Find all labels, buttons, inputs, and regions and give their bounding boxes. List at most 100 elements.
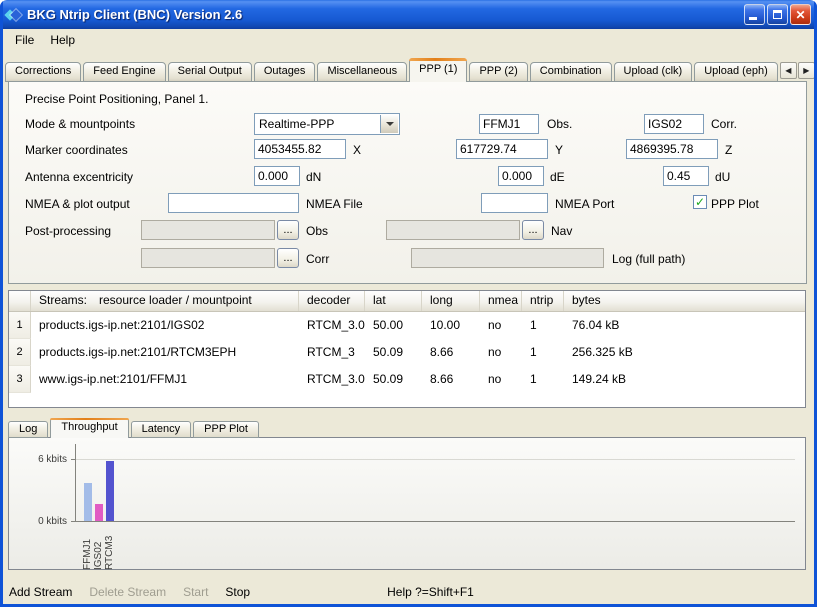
cell-nmea: no bbox=[480, 312, 522, 339]
app-window: BKG Ntrip Client (BNC) Version 2.6 ✕ Fil… bbox=[0, 0, 817, 607]
window-controls: ✕ bbox=[744, 4, 811, 25]
post-nav-path-input bbox=[386, 220, 520, 240]
col-header-decoder[interactable]: decoder bbox=[299, 291, 365, 311]
main-tab-bar: CorrectionsFeed EngineSerial OutputOutag… bbox=[5, 58, 811, 82]
corr-mountpoint-input[interactable] bbox=[644, 114, 704, 134]
tab-scroll-left-button[interactable]: ◀ bbox=[780, 62, 797, 79]
action-help-shift-f1[interactable]: Help ?=Shift+F1 bbox=[387, 585, 474, 599]
tab-upload-clk[interactable]: Upload (clk) bbox=[614, 62, 693, 82]
col-header-lat[interactable]: lat bbox=[365, 291, 422, 311]
bottom-tab-throughput[interactable]: Throughput bbox=[50, 418, 128, 438]
close-button[interactable]: ✕ bbox=[790, 4, 811, 25]
cell-lat: 50.00 bbox=[365, 312, 422, 339]
close-icon: ✕ bbox=[795, 9, 805, 21]
ppp-plot-checkbox[interactable]: ✓ bbox=[693, 195, 707, 209]
stream-row-2[interactable]: 2products.igs-ip.net:2101/RTCM3EPHRTCM_3… bbox=[9, 339, 805, 366]
stream-row-1[interactable]: 1products.igs-ip.net:2101/IGS02RTCM_3.05… bbox=[9, 312, 805, 339]
cell-long: 8.66 bbox=[422, 366, 480, 393]
mode-select[interactable]: Realtime-PPP bbox=[254, 113, 400, 135]
post-obs-label: Obs bbox=[306, 224, 328, 238]
tab-combination[interactable]: Combination bbox=[530, 62, 612, 82]
antenna-de-input[interactable] bbox=[498, 166, 544, 186]
menu-help[interactable]: Help bbox=[42, 31, 83, 49]
col-header-bytes[interactable]: bytes bbox=[564, 291, 805, 311]
marker-coordinates-label: Marker coordinates bbox=[25, 143, 128, 157]
marker-x-label: X bbox=[353, 143, 361, 157]
bottom-tab-ppp-plot[interactable]: PPP Plot bbox=[193, 421, 259, 438]
ppp1-panel: Precise Point Positioning, Panel 1. Mode… bbox=[8, 81, 807, 284]
minimize-button[interactable] bbox=[744, 4, 765, 25]
cell-bytes: 76.04 kB bbox=[564, 312, 805, 339]
tab-ppp-1[interactable]: PPP (1) bbox=[409, 58, 467, 82]
obs-mountpoint-label: Obs. bbox=[547, 117, 572, 131]
browse-corr-button[interactable]: ... bbox=[277, 248, 299, 268]
app-icon bbox=[6, 7, 22, 23]
cell-mountpoint: products.igs-ip.net:2101/RTCM3EPH bbox=[31, 339, 299, 366]
mode-select-value: Realtime-PPP bbox=[259, 117, 334, 131]
tab-upload-eph[interactable]: Upload (eph) bbox=[694, 62, 778, 82]
action-stop[interactable]: Stop bbox=[225, 585, 250, 599]
col-header-ntrip[interactable]: ntrip bbox=[522, 291, 564, 311]
mode-select-dropdown-button[interactable] bbox=[380, 115, 398, 133]
nmea-plot-output-label: NMEA & plot output bbox=[25, 197, 130, 211]
chart-x-axis bbox=[75, 521, 795, 522]
post-obs-path-input bbox=[141, 220, 275, 240]
minimize-icon bbox=[749, 17, 757, 20]
chart-y-axis bbox=[75, 444, 76, 521]
marker-y-input[interactable] bbox=[456, 139, 548, 159]
col-header-mountpoint[interactable]: Streams:resource loader / mountpoint bbox=[31, 291, 299, 311]
streams-rows: 1products.igs-ip.net:2101/IGS02RTCM_3.05… bbox=[9, 312, 805, 393]
action-start[interactable]: Start bbox=[183, 585, 208, 599]
stream-row-3[interactable]: 3www.igs-ip.net:2101/FFMJ1RTCM_3.050.098… bbox=[9, 366, 805, 393]
maximize-button[interactable] bbox=[767, 4, 788, 25]
post-corr-path-input bbox=[141, 248, 275, 268]
marker-z-input[interactable] bbox=[626, 139, 718, 159]
nmea-file-input[interactable] bbox=[168, 193, 299, 213]
cell-nmea: no bbox=[480, 366, 522, 393]
scroll-left-icon: ◀ bbox=[785, 66, 791, 75]
title-bar[interactable]: BKG Ntrip Client (BNC) Version 2.6 ✕ bbox=[0, 0, 817, 29]
nmea-port-input[interactable] bbox=[481, 193, 548, 213]
obs-mountpoint-input[interactable] bbox=[479, 114, 539, 134]
cell-num: 1 bbox=[9, 312, 31, 339]
browse-nav-button[interactable]: ... bbox=[522, 220, 544, 240]
check-icon: ✓ bbox=[695, 196, 705, 208]
bottom-tab-latency[interactable]: Latency bbox=[131, 421, 192, 438]
marker-y-label: Y bbox=[555, 143, 563, 157]
antenna-du-input[interactable] bbox=[663, 166, 709, 186]
tab-corrections[interactable]: Corrections bbox=[5, 62, 81, 82]
tab-feed-engine[interactable]: Feed Engine bbox=[83, 62, 165, 82]
browse-obs-button[interactable]: ... bbox=[277, 220, 299, 240]
cell-ntrip: 1 bbox=[522, 366, 564, 393]
tab-serial-output[interactable]: Serial Output bbox=[168, 62, 252, 82]
cell-lat: 50.09 bbox=[365, 339, 422, 366]
scroll-right-icon: ▶ bbox=[803, 66, 809, 75]
table-header: Streams:resource loader / mountpoint dec… bbox=[9, 291, 805, 312]
antenna-dn-input[interactable] bbox=[254, 166, 300, 186]
cell-bytes: 149.24 kB bbox=[564, 366, 805, 393]
marker-x-input[interactable] bbox=[254, 139, 346, 159]
chart-tick-label: 6 kbits bbox=[13, 454, 67, 465]
throughput-plot: 0 kbits6 kbitsFFMJ1IGS02RTCM3 bbox=[9, 438, 805, 569]
tab-outages[interactable]: Outages bbox=[254, 62, 316, 82]
chevron-down-icon bbox=[386, 122, 394, 126]
col-header-long[interactable]: long bbox=[422, 291, 480, 311]
cell-num: 3 bbox=[9, 366, 31, 393]
chart-category-label: FFMJ1 bbox=[82, 526, 93, 570]
col-header-nmea[interactable]: nmea bbox=[480, 291, 522, 311]
post-log-path-input bbox=[411, 248, 604, 268]
chart-gridline bbox=[76, 459, 795, 460]
tab-scroll-right-button[interactable]: ▶ bbox=[798, 62, 815, 79]
tab-scrollers: ◀ ▶ bbox=[780, 62, 815, 79]
menu-file[interactable]: File bbox=[7, 31, 42, 49]
post-processing-label: Post-processing bbox=[25, 224, 111, 238]
action-delete-stream[interactable]: Delete Stream bbox=[89, 585, 166, 599]
bottom-tab-log[interactable]: Log bbox=[8, 421, 48, 438]
cell-ntrip: 1 bbox=[522, 312, 564, 339]
tab-ppp-2[interactable]: PPP (2) bbox=[469, 62, 527, 82]
cell-nmea: no bbox=[480, 339, 522, 366]
post-nav-label: Nav bbox=[551, 224, 572, 238]
action-add-stream[interactable]: Add Stream bbox=[9, 585, 72, 599]
cell-decoder: RTCM_3 bbox=[299, 339, 365, 366]
tab-miscellaneous[interactable]: Miscellaneous bbox=[317, 62, 407, 82]
